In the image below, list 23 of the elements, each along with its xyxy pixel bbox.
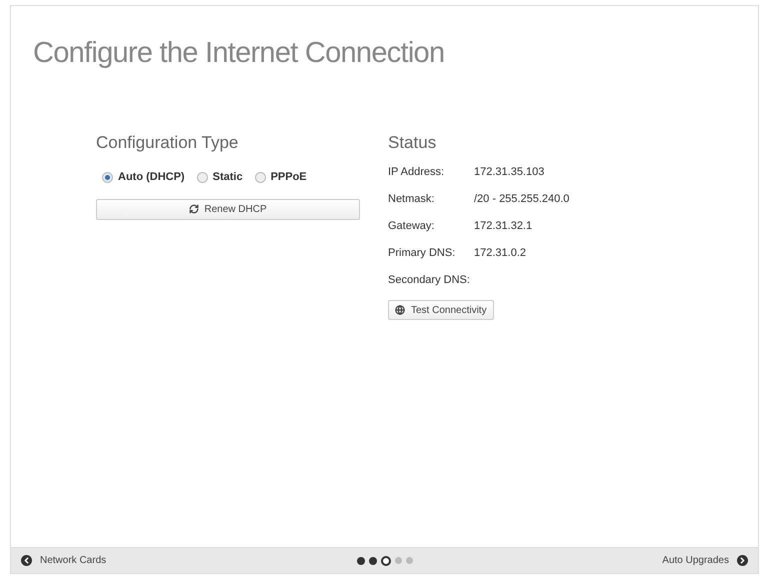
status-label: Secondary DNS:	[388, 272, 471, 288]
page-title: Configure the Internet Connection	[33, 36, 446, 71]
radio-option[interactable]: Auto (DHCP)	[102, 169, 185, 186]
radio-option[interactable]: PPPoE	[254, 169, 307, 186]
status-label: Gateway:	[388, 218, 436, 234]
status-value: 172.31.0.2	[474, 246, 526, 261]
status-label: Netmask:	[388, 192, 436, 207]
status-value: 172.31.35.103	[474, 164, 544, 180]
next-icon	[737, 555, 748, 566]
renew-dhcp-button[interactable]: Renew DHCP	[96, 198, 360, 220]
section-heading: Status	[388, 132, 438, 154]
status-label: Primary DNS:	[388, 246, 456, 261]
status-value: 172.31.32.1	[474, 218, 532, 234]
back-link[interactable]: Network Cards	[21, 553, 221, 568]
refresh-icon	[189, 204, 200, 214]
back-icon	[21, 555, 32, 566]
status-value: /20 - 255.255.240.0	[474, 192, 570, 207]
next-link[interactable]: Auto Upgrades	[548, 553, 748, 568]
radio-option[interactable]: Static	[196, 169, 243, 186]
test-connectivity-button[interactable]: Test Connectivity	[388, 300, 494, 320]
status-label: IP Address:	[388, 164, 446, 180]
section-heading: Configuration Type	[96, 132, 240, 154]
globe-icon	[395, 305, 405, 315]
